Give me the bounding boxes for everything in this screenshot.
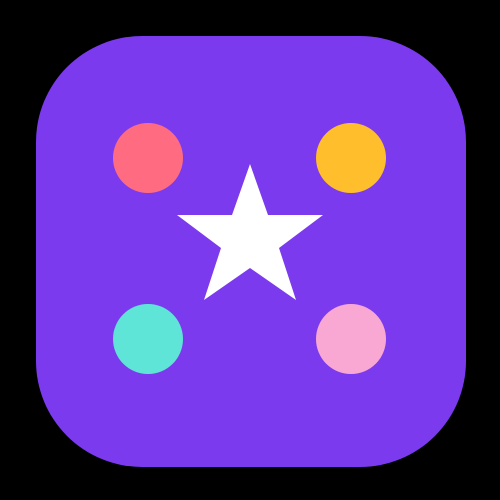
dot-top-right-icon	[316, 123, 386, 193]
app-icon-tile	[36, 36, 466, 467]
dot-bottom-right-icon	[316, 304, 386, 374]
dot-top-left-icon	[113, 123, 183, 193]
dot-bottom-left-icon	[113, 304, 183, 374]
icon-canvas	[0, 0, 500, 500]
app-icon-graphic	[36, 36, 466, 467]
